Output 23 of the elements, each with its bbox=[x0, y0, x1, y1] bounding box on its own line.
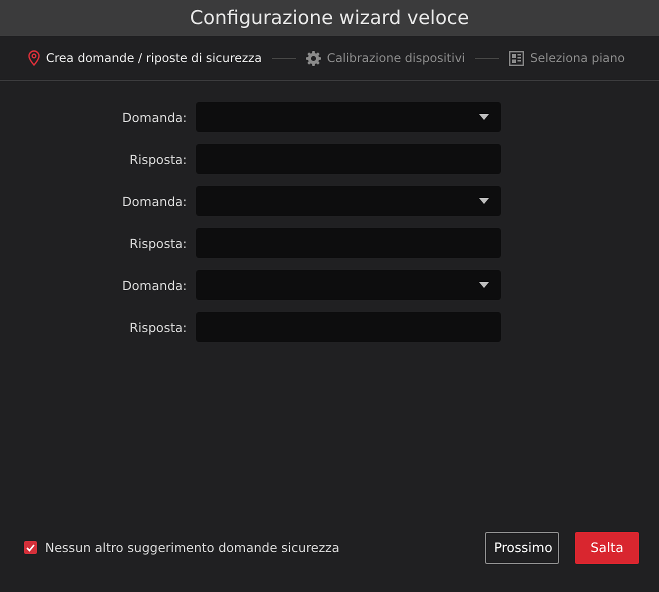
checkbox-label: Nessun altro suggerimento domande sicurezza bbox=[45, 540, 340, 555]
gear-icon bbox=[306, 50, 321, 66]
dropdown-field[interactable] bbox=[196, 102, 501, 132]
wizard-step[interactable]: Calibrazione dispositivi bbox=[306, 50, 466, 66]
field-label: Risposta: bbox=[128, 152, 188, 166]
checkbox[interactable] bbox=[24, 541, 37, 554]
field-label: Domanda: bbox=[121, 194, 188, 208]
caret-icon bbox=[479, 282, 489, 288]
next-button[interactable]: Prossimo bbox=[485, 532, 559, 564]
location-pin-icon bbox=[28, 50, 40, 66]
caret-icon bbox=[479, 114, 489, 120]
caret-icon bbox=[479, 198, 489, 204]
field-label: Domanda: bbox=[121, 110, 188, 124]
field-label: Risposta: bbox=[128, 236, 188, 250]
wizard-step[interactable]: Crea domande / riposte di sicurezza bbox=[28, 50, 262, 66]
field-label: Domanda: bbox=[121, 278, 188, 292]
dropdown-field[interactable] bbox=[196, 186, 501, 216]
window-title: Configurazione wizard veloce bbox=[190, 7, 470, 29]
wizard-step[interactable]: Seleziona piano bbox=[509, 50, 625, 66]
dropdown-field[interactable] bbox=[196, 270, 501, 300]
skip-button[interactable]: Salta bbox=[575, 532, 639, 564]
field-label: Risposta: bbox=[128, 320, 188, 334]
layout-grid-icon bbox=[509, 50, 524, 66]
